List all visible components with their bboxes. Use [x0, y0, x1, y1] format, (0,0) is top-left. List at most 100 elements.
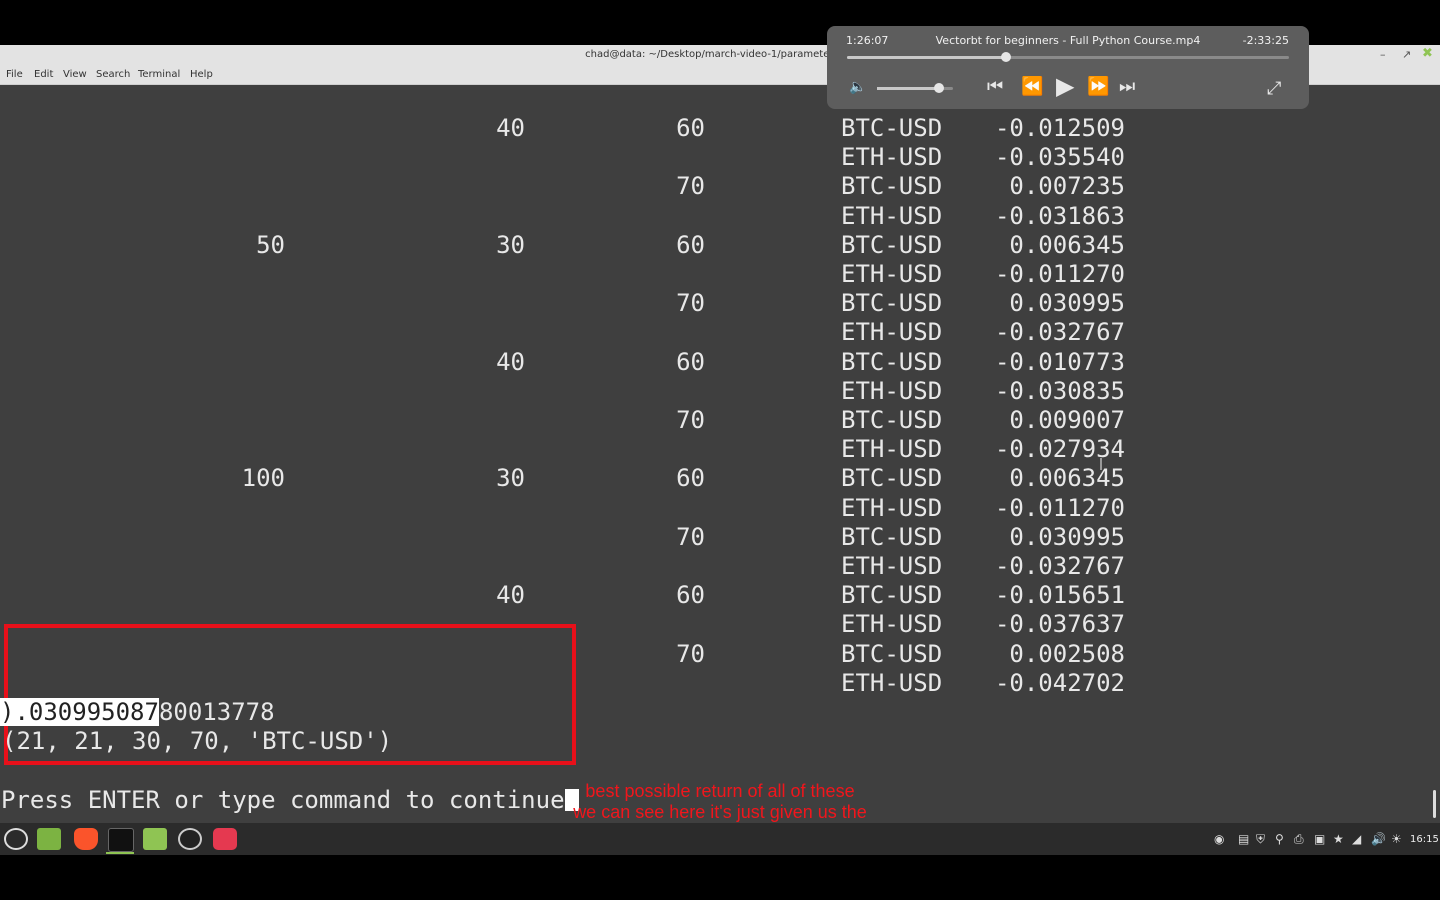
row-return-value: 0.002508	[1009, 639, 1125, 668]
menu-search[interactable]: Search	[96, 69, 130, 80]
maximize-icon[interactable]: ↗	[1402, 48, 1411, 61]
row-return-value: -0.011270	[994, 493, 1125, 522]
printer-icon[interactable]: ⎙	[1294, 832, 1304, 847]
best-return-value[interactable]: ).03099508780013778	[0, 698, 275, 727]
volume-fill	[877, 87, 940, 90]
close-icon[interactable]: ✖	[1422, 46, 1433, 61]
image-viewer-icon[interactable]	[213, 828, 237, 850]
row-level-c: 70	[676, 289, 705, 318]
media-player-controls[interactable]: 1:26:07 Vectorbt for beginners - Full Py…	[827, 26, 1309, 109]
brave-icon[interactable]	[74, 828, 98, 850]
result-rest: 80013778	[158, 698, 275, 726]
fast-forward-icon[interactable]: ⏩	[1087, 76, 1109, 97]
selected-text: ).030995087	[0, 698, 159, 726]
rewind-icon[interactable]: ⏪	[1021, 76, 1043, 97]
seek-bar-fill	[847, 56, 1007, 59]
row-symbol: BTC-USD	[841, 347, 943, 376]
skip-next-icon[interactable]: ⏭	[1119, 76, 1135, 97]
row-return-value: -0.010773	[994, 347, 1125, 376]
row-return-value: -0.032767	[994, 552, 1125, 580]
row-return-value: -0.032767	[994, 318, 1125, 347]
shield-icon[interactable]: ⛨	[1256, 832, 1265, 847]
row-level-c: 60	[676, 230, 705, 259]
exit-fullscreen-icon[interactable]: ⤢	[1267, 78, 1281, 99]
row-return-value: -0.011270	[994, 260, 1125, 288]
row-return-value: 0.009007	[1009, 406, 1125, 434]
row-level-c: 70	[676, 522, 705, 551]
skip-previous-icon[interactable]: ⏮	[987, 76, 1003, 97]
row-symbol: ETH-USD	[841, 435, 943, 464]
row-return-value: -0.031863	[994, 201, 1125, 230]
brightness-icon[interactable]: ☀	[1391, 832, 1402, 846]
star-icon[interactable]: ★	[1333, 832, 1344, 846]
seek-bar-handle[interactable]	[1001, 52, 1012, 62]
row-return-value: -0.042702	[994, 668, 1125, 697]
volume-handle[interactable]	[934, 83, 945, 93]
update-manager-icon[interactable]: ▣	[1314, 832, 1325, 846]
row-symbol: BTC-USD	[841, 172, 943, 201]
menu-edit[interactable]: Edit	[34, 69, 53, 80]
seek-bar[interactable]	[847, 52, 1289, 62]
subtitle-line-1: best possible return of all of these	[585, 781, 855, 801]
row-return-value: -0.015651	[994, 581, 1125, 610]
row-symbol: BTC-USD	[841, 581, 943, 610]
row-level-b: 40	[496, 114, 525, 142]
row-symbol: ETH-USD	[841, 668, 943, 697]
volume-slider[interactable]	[877, 83, 953, 93]
row-level-c: 60	[676, 114, 705, 142]
obs-tray-icon[interactable]: ◉	[1214, 832, 1224, 846]
row-level-a: 100	[241, 464, 285, 493]
remaining-time: -2:33:25	[1242, 34, 1289, 47]
clipboard-icon[interactable]: ▤	[1238, 832, 1249, 846]
row-symbol: ETH-USD	[841, 552, 943, 580]
row-level-c: 70	[676, 406, 705, 434]
row-symbol: ETH-USD	[841, 493, 943, 522]
volume-icon[interactable]: 🔊	[1371, 832, 1386, 846]
row-symbol: BTC-USD	[841, 639, 943, 668]
row-symbol: BTC-USD	[841, 464, 943, 493]
menu-file[interactable]: File	[6, 69, 23, 80]
row-symbol: ETH-USD	[841, 610, 943, 639]
row-return-value: -0.037637	[994, 610, 1125, 639]
terminal-scrollbar[interactable]	[1433, 790, 1436, 818]
row-return-value: 0.030995	[1009, 522, 1125, 551]
obs-icon[interactable]	[178, 828, 202, 850]
row-level-b: 30	[496, 464, 525, 493]
row-symbol: ETH-USD	[841, 201, 943, 230]
taskbar: ◉ ▤ ⛨ ⚲ ⎙ ▣ ★ ◢ 🔊 ☀ 16:15	[0, 823, 1440, 855]
speaker-icon[interactable]: 🔈	[849, 79, 866, 95]
row-level-c: 60	[676, 347, 705, 376]
row-symbol: ETH-USD	[841, 376, 943, 405]
terminal-icon[interactable]	[108, 828, 134, 852]
row-return-value: 0.006345	[1009, 230, 1125, 259]
menu-icon[interactable]	[4, 828, 28, 850]
row-symbol: BTC-USD	[841, 289, 943, 318]
row-return-value: -0.027934	[994, 435, 1125, 464]
row-symbol: BTC-USD	[841, 522, 943, 551]
row-symbol: ETH-USD	[841, 143, 943, 172]
files-icon[interactable]	[37, 828, 61, 850]
row-return-value: 0.007235	[1009, 172, 1125, 201]
row-level-b: 40	[496, 581, 525, 610]
menu-help[interactable]: Help	[190, 69, 213, 80]
menu-terminal[interactable]: Terminal	[138, 69, 180, 80]
play-icon[interactable]: ▶	[1056, 72, 1074, 100]
row-level-c: 70	[676, 172, 705, 201]
row-return-value: 0.030995	[1009, 289, 1125, 318]
row-symbol: BTC-USD	[841, 230, 943, 259]
folder-icon[interactable]	[143, 828, 167, 850]
clock[interactable]: 16:15	[1410, 834, 1439, 845]
row-level-c: 60	[676, 581, 705, 610]
video-title: Vectorbt for beginners - Full Python Cou…	[935, 34, 1201, 47]
minimize-icon[interactable]: –	[1380, 48, 1386, 61]
network-icon[interactable]: ◢	[1352, 832, 1361, 846]
menu-view[interactable]: View	[63, 69, 87, 80]
subtitle-line-2: we can see here it's just given us the	[573, 802, 867, 822]
terminal-output[interactable]: 40 60 BTC-USD -0.012509 ETH-USD -0.035540 70 BT…	[0, 85, 1440, 823]
best-params-tuple: (21, 21, 30, 70, 'BTC-USD')	[2, 727, 393, 755]
row-return-value: -0.030835	[994, 376, 1125, 405]
row-level-a: 50	[256, 230, 285, 259]
location-icon[interactable]: ⚲	[1275, 832, 1284, 846]
row-level-c: 60	[676, 464, 705, 493]
row-symbol: ETH-USD	[841, 318, 943, 347]
